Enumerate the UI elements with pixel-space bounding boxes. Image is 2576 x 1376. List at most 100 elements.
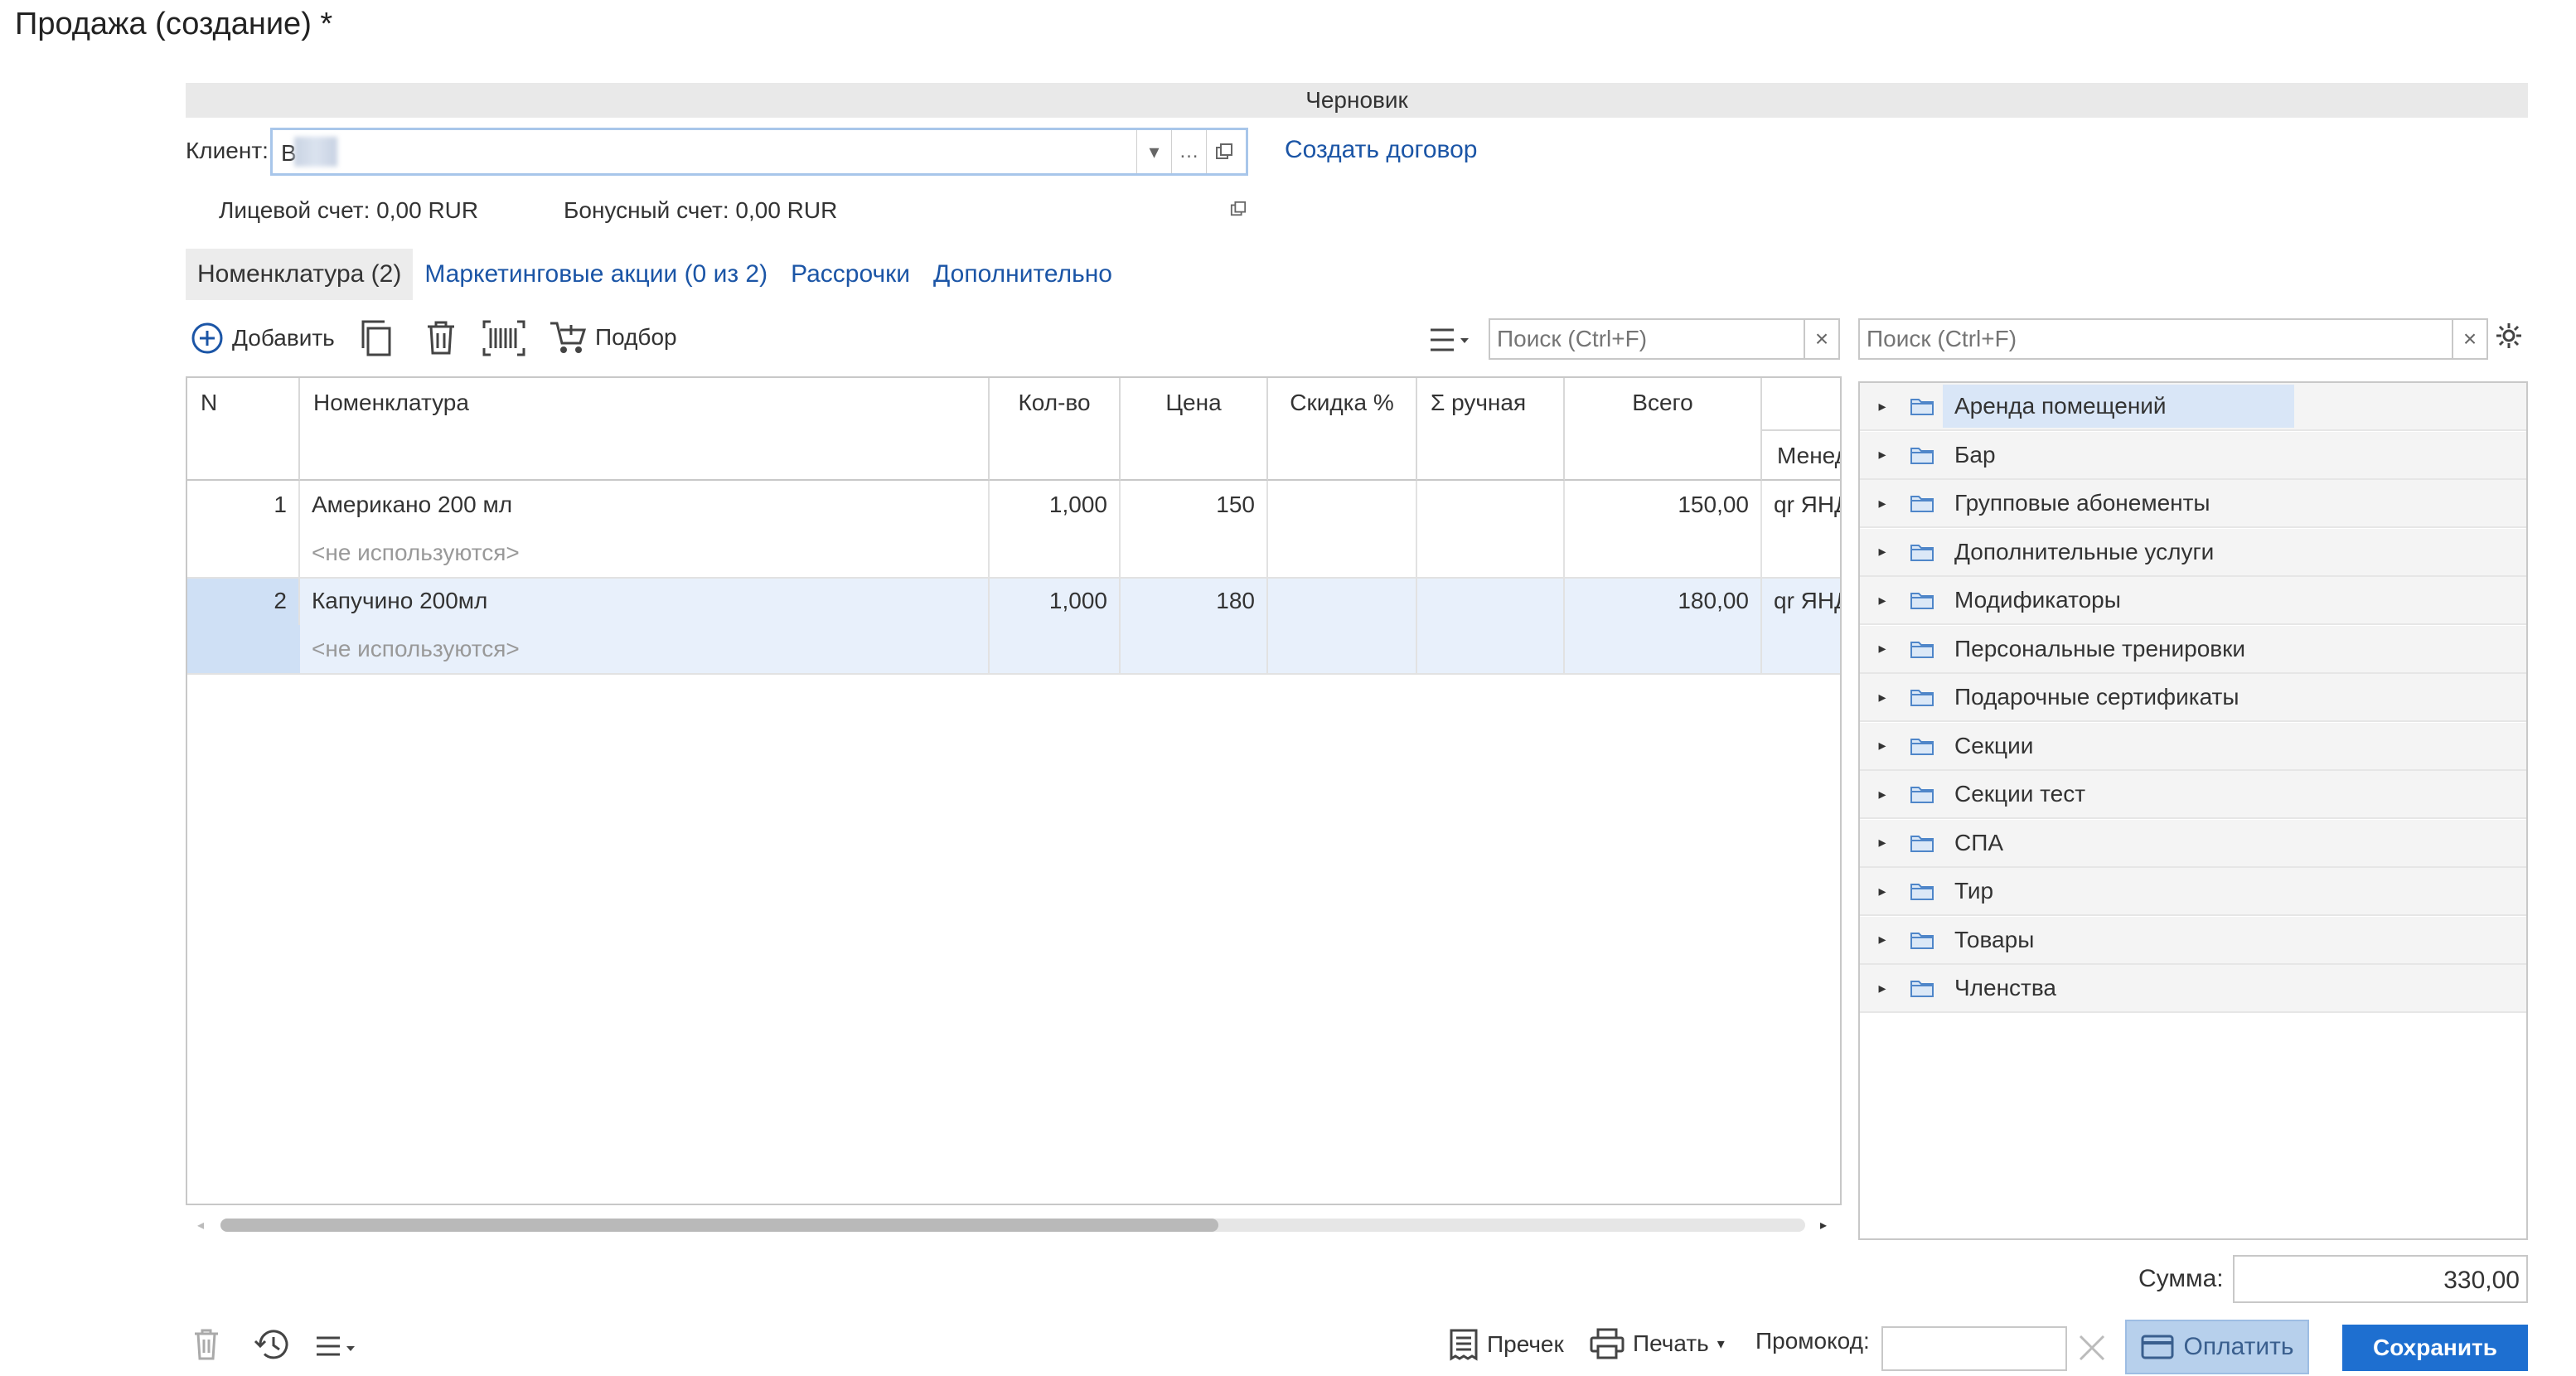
row-1-sub: <не используются> bbox=[300, 529, 990, 577]
client-label: Клиент: bbox=[186, 138, 269, 163]
tree-search-field[interactable]: × bbox=[1858, 318, 2488, 360]
tree-item-label: СПА bbox=[1954, 829, 2004, 855]
open-external-icon[interactable] bbox=[1230, 201, 1247, 217]
row-1-qty[interactable]: 1,000 bbox=[990, 481, 1121, 529]
row-2-manual[interactable] bbox=[1417, 577, 1565, 625]
expand-arrow-icon[interactable]: ▸ bbox=[1860, 543, 1893, 560]
tree-item[interactable]: ▸ Групповые абонементы bbox=[1860, 480, 2526, 528]
tree-item[interactable]: ▸ Секции bbox=[1860, 722, 2526, 771]
tree-item[interactable]: ▸ Модификаторы bbox=[1860, 577, 2526, 625]
folder-icon bbox=[1901, 396, 1943, 416]
row-1-manager[interactable]: qr ЯНД bbox=[1762, 481, 1840, 529]
column-header-discount[interactable]: Скидка % bbox=[1268, 378, 1417, 481]
row-1-manual[interactable] bbox=[1417, 481, 1565, 529]
close-icon[interactable]: × bbox=[1804, 320, 1838, 358]
tab-nomenclature[interactable]: Номенклатура (2) bbox=[186, 249, 414, 300]
scroll-left-icon[interactable]: ◂ bbox=[197, 1217, 204, 1233]
row-1-discount[interactable] bbox=[1268, 481, 1417, 529]
chevron-down-icon[interactable]: ▾ bbox=[1136, 130, 1171, 173]
folder-icon bbox=[1901, 493, 1943, 513]
expand-arrow-icon[interactable]: ▸ bbox=[1860, 786, 1893, 803]
barcode-icon[interactable] bbox=[482, 320, 525, 356]
table-search-input[interactable] bbox=[1490, 326, 1804, 352]
expand-arrow-icon[interactable]: ▸ bbox=[1860, 592, 1893, 609]
client-field[interactable]: В ▾ … bbox=[270, 128, 1248, 176]
tree-item[interactable]: ▸ Персональные тренировки bbox=[1860, 625, 2526, 674]
expand-arrow-icon[interactable]: ▸ bbox=[1860, 689, 1893, 706]
status-bar: Черновик bbox=[186, 83, 2528, 118]
history-icon[interactable] bbox=[254, 1328, 290, 1361]
scrollbar-thumb[interactable] bbox=[220, 1219, 1218, 1232]
save-button[interactable]: Сохранить bbox=[2342, 1325, 2528, 1371]
tree-item-label: Секции тест bbox=[1954, 781, 2086, 807]
personal-account: Лицевой счет: 0,00 RUR bbox=[219, 197, 479, 223]
column-header-nomenclature[interactable]: Номенклатура bbox=[300, 378, 990, 481]
nomenclature-table: N Номенклатура Кол-во Цена Скидка % Σ ру… bbox=[186, 376, 1842, 1205]
promo-label: Промокод: bbox=[1755, 1328, 1870, 1354]
tree-search-input[interactable] bbox=[1860, 326, 2452, 352]
add-button[interactable]: Добавить bbox=[191, 322, 335, 355]
horizontal-scrollbar[interactable]: ◂ ▸ bbox=[197, 1215, 1830, 1233]
row-2-name[interactable]: Капучино 200мл bbox=[300, 577, 990, 625]
open-external-icon[interactable] bbox=[1206, 130, 1241, 173]
sum-label: Сумма: bbox=[2138, 1265, 2224, 1292]
tab-installments[interactable]: Рассрочки bbox=[779, 249, 922, 300]
scroll-right-icon[interactable]: ▸ bbox=[1820, 1217, 1827, 1233]
trash-icon[interactable] bbox=[424, 320, 458, 356]
expand-arrow-icon[interactable]: ▸ bbox=[1860, 398, 1893, 415]
row-2-discount[interactable] bbox=[1268, 577, 1417, 625]
menu-icon[interactable] bbox=[315, 1335, 358, 1359]
tree-item[interactable]: ▸ СПА bbox=[1860, 819, 2526, 868]
close-icon[interactable] bbox=[2077, 1333, 2107, 1363]
close-icon[interactable]: × bbox=[2452, 320, 2486, 358]
create-contract-link[interactable]: Создать договор bbox=[1285, 136, 1477, 164]
more-icon[interactable]: … bbox=[1171, 130, 1206, 173]
columns-menu-icon[interactable] bbox=[1429, 325, 1472, 355]
gear-icon[interactable] bbox=[2495, 322, 2523, 350]
pick-button[interactable]: Подбор bbox=[549, 318, 677, 356]
row-1-name[interactable]: Американо 200 мл bbox=[300, 481, 990, 529]
row-2-manager[interactable]: qr ЯНД bbox=[1762, 577, 1840, 625]
tree-item[interactable]: ▸ Дополнительные услуги bbox=[1860, 528, 2526, 577]
expand-arrow-icon[interactable]: ▸ bbox=[1860, 883, 1893, 900]
tree-item[interactable]: ▸ Аренда помещений bbox=[1860, 383, 2526, 431]
tree-item[interactable]: ▸ Товары bbox=[1860, 916, 2526, 965]
expand-arrow-icon[interactable]: ▸ bbox=[1860, 931, 1893, 948]
precheck-button[interactable]: Пречек bbox=[1449, 1328, 1564, 1361]
tree-item-label: Дополнительные услуги bbox=[1954, 538, 2215, 564]
tree-item-label: Бар bbox=[1954, 441, 1996, 468]
column-header-manual-sum[interactable]: Σ ручная bbox=[1417, 378, 1565, 481]
row-1-price[interactable]: 150 bbox=[1121, 481, 1268, 529]
tree-item[interactable]: ▸ Тир bbox=[1860, 868, 2526, 916]
precheck-label: Пречек bbox=[1487, 1331, 1564, 1357]
tree-item[interactable]: ▸ Подарочные сертификаты bbox=[1860, 674, 2526, 722]
expand-arrow-icon[interactable]: ▸ bbox=[1860, 980, 1893, 997]
promo-code-input[interactable] bbox=[1881, 1326, 2067, 1371]
tree-item[interactable]: ▸ Секции тест bbox=[1860, 771, 2526, 819]
column-header-qty[interactable]: Кол-во bbox=[990, 378, 1121, 481]
client-value-blurred bbox=[294, 137, 337, 167]
row-2-price[interactable]: 180 bbox=[1121, 577, 1268, 625]
expand-arrow-icon[interactable]: ▸ bbox=[1860, 640, 1893, 657]
table-search-field[interactable]: × bbox=[1489, 318, 1840, 360]
column-header-manager[interactable]: Менед bbox=[1762, 429, 1840, 481]
expand-arrow-icon[interactable]: ▸ bbox=[1860, 834, 1893, 851]
delete-icon[interactable] bbox=[192, 1328, 220, 1361]
tab-additional[interactable]: Дополнительно bbox=[922, 249, 1124, 300]
expand-arrow-icon[interactable]: ▸ bbox=[1860, 737, 1893, 754]
expand-arrow-icon[interactable]: ▸ bbox=[1860, 446, 1893, 463]
expand-arrow-icon[interactable]: ▸ bbox=[1860, 495, 1893, 512]
tree-item-label: Групповые абонементы bbox=[1954, 490, 2210, 516]
tree-item-label: Членства bbox=[1954, 975, 2056, 1001]
copy-icon[interactable] bbox=[358, 318, 395, 358]
tab-marketing[interactable]: Маркетинговые акции (0 из 2) bbox=[413, 249, 779, 300]
tree-item[interactable]: ▸ Бар bbox=[1860, 431, 2526, 480]
folder-icon bbox=[1901, 930, 1943, 950]
row-2-qty[interactable]: 1,000 bbox=[990, 577, 1121, 625]
column-header-total[interactable]: Всего bbox=[1565, 378, 1762, 481]
pay-button[interactable]: Оплатить bbox=[2125, 1320, 2309, 1374]
column-header-n[interactable]: N bbox=[187, 378, 300, 481]
column-header-price[interactable]: Цена bbox=[1121, 378, 1268, 481]
tree-item[interactable]: ▸ Членства bbox=[1860, 965, 2526, 1013]
print-button[interactable]: Печать ▾ bbox=[1590, 1328, 1725, 1359]
